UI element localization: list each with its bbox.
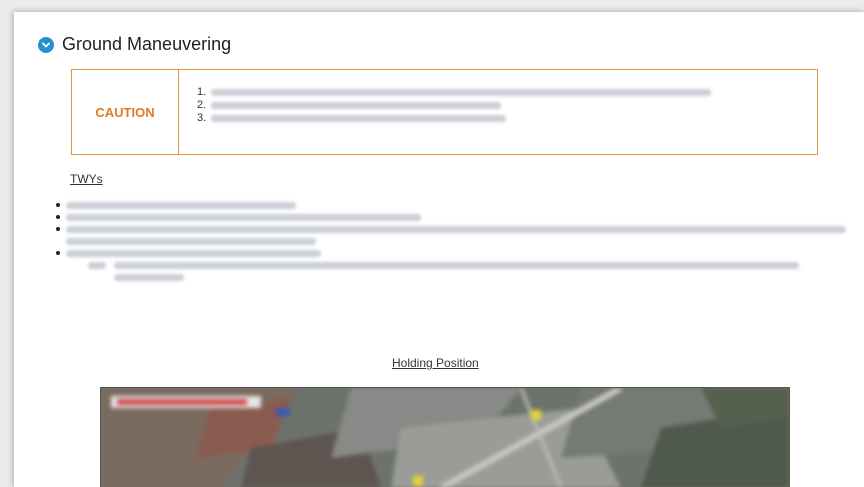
- redacted-text: [66, 213, 421, 221]
- redacted-text: [66, 237, 316, 245]
- redacted-text: [66, 225, 846, 233]
- chevron-down-icon[interactable]: [38, 36, 54, 53]
- sub-list-item: [56, 259, 846, 271]
- caution-item-number: 2.: [197, 99, 207, 111]
- redacted-text: [114, 273, 184, 281]
- redacted-text: [211, 114, 506, 122]
- caution-item-number: 3.: [197, 112, 207, 124]
- redacted-text: [211, 101, 501, 109]
- bullet-icon: [56, 251, 60, 255]
- sub-list-item-continuation: [56, 271, 846, 283]
- redacted-text: [211, 88, 711, 96]
- list-item: [56, 211, 846, 223]
- caution-label-cell: CAUTION: [72, 70, 179, 154]
- twys-bullet-list: [56, 199, 846, 283]
- redacted-text: [114, 261, 799, 269]
- caution-item-number: 1.: [197, 86, 207, 98]
- list-item: [56, 199, 846, 211]
- redacted-text: [88, 261, 106, 269]
- bullet-icon: [56, 203, 60, 207]
- bullet-icon: [56, 215, 60, 219]
- caution-item: 2.: [197, 99, 711, 111]
- list-item: [56, 247, 846, 259]
- twys-link[interactable]: TWYs: [70, 172, 103, 186]
- section-header-ground-maneuvering[interactable]: Ground Maneuvering: [38, 34, 231, 55]
- caution-box: CAUTION 1. 2. 3.: [71, 69, 818, 155]
- caution-label: CAUTION: [95, 104, 155, 120]
- caution-item: 3.: [197, 112, 711, 124]
- caution-list: 1. 2. 3.: [179, 70, 711, 154]
- list-item: [56, 223, 846, 235]
- caution-item: 1.: [197, 86, 711, 98]
- holding-position-map-image: [100, 387, 790, 487]
- list-item-continuation: [56, 235, 846, 247]
- redacted-text: [66, 201, 296, 209]
- holding-position-link[interactable]: Holding Position: [392, 356, 479, 370]
- redacted-text: [66, 249, 321, 257]
- content-page: Ground Maneuvering CAUTION 1. 2. 3. TWYs: [14, 12, 864, 487]
- section-title: Ground Maneuvering: [62, 34, 232, 54]
- bullet-icon: [56, 227, 60, 231]
